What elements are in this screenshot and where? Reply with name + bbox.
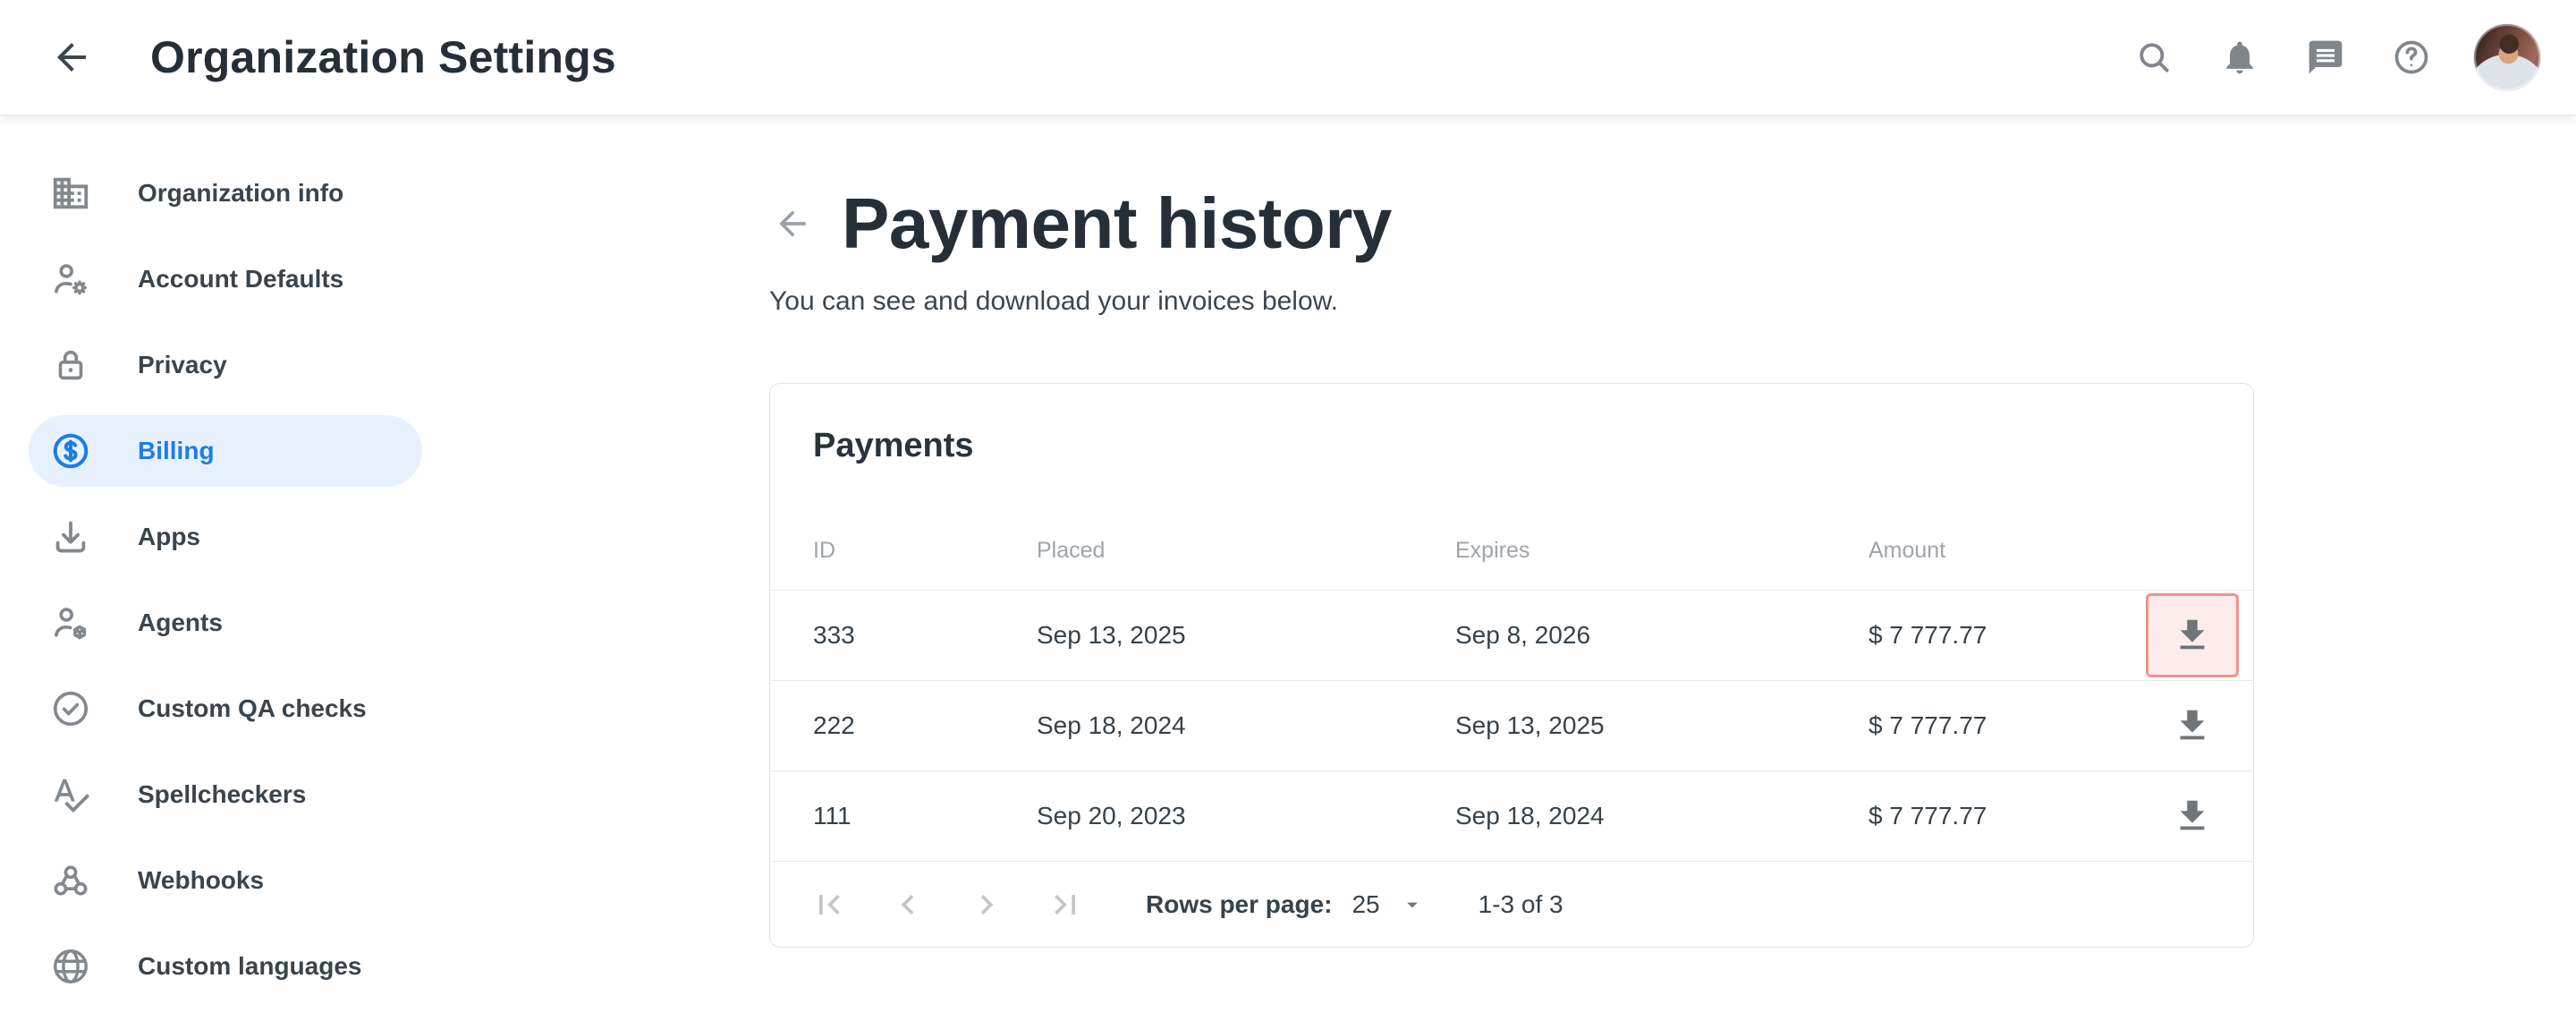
payment-history-back-button[interactable] — [771, 202, 814, 245]
section-subtitle: You can see and download your invoices b… — [769, 286, 2254, 317]
cell-expires: Sep 13, 2025 — [1455, 711, 1868, 740]
first-page-button[interactable] — [806, 881, 852, 928]
pagination-bar: Rows per page: 25 1-3 of 3 — [770, 861, 2253, 947]
sidebar-item-privacy[interactable]: Privacy — [0, 322, 429, 408]
cell-placed: Sep 13, 2025 — [1037, 621, 1455, 650]
table-row: 111 Sep 20, 2023 Sep 18, 2024 $ 7 777.77 — [770, 770, 2253, 861]
last-page-icon — [1046, 885, 1085, 924]
sidebar-item-billing[interactable]: Billing — [29, 415, 422, 487]
sidebar-item-spellcheckers[interactable]: Spellcheckers — [0, 752, 429, 838]
first-page-icon — [809, 885, 849, 924]
download-icon — [2172, 796, 2213, 837]
sidebar-item-label: Organization info — [138, 179, 343, 208]
spellcheck-icon — [50, 774, 91, 815]
sidebar-item-label: Account Defaults — [138, 265, 343, 294]
sidebar-item-apps[interactable]: Apps — [0, 494, 429, 580]
chat-button[interactable] — [2302, 34, 2349, 81]
download-icon — [2172, 615, 2213, 656]
rows-per-page-label: Rows per page: — [1146, 890, 1332, 919]
bell-icon — [2220, 38, 2259, 77]
lock-icon — [50, 345, 91, 386]
dollar-circle-icon — [50, 430, 91, 472]
table-row: 333 Sep 13, 2025 Sep 8, 2026 $ 7 777.77 — [770, 590, 2253, 680]
help-button[interactable] — [2388, 34, 2435, 81]
search-button[interactable] — [2131, 34, 2177, 81]
cell-amount: $ 7 777.77 — [1868, 802, 2140, 830]
sidebar-item-agents[interactable]: Agents — [0, 580, 429, 666]
person-cube-icon — [50, 602, 91, 643]
globe-icon — [50, 946, 91, 987]
sidebar-item-label: Custom languages — [138, 952, 361, 981]
search-icon — [2134, 38, 2174, 77]
download-invoice-button[interactable] — [2146, 774, 2239, 858]
sidebar-item-custom-qa-checks[interactable]: Custom QA checks — [0, 666, 429, 752]
download-invoice-button[interactable] — [2146, 593, 2239, 677]
sidebar-item-label: Apps — [138, 523, 200, 551]
settings-sidebar: Organization info Account Defaults Priva… — [0, 115, 429, 1009]
topbar-back-button[interactable] — [47, 32, 97, 82]
cell-id: 111 — [813, 802, 1037, 830]
cell-expires: Sep 8, 2026 — [1455, 621, 1868, 650]
chat-icon — [2306, 38, 2345, 77]
download-icon — [2172, 705, 2213, 746]
card-title: Payments — [770, 384, 2253, 512]
cell-id: 222 — [813, 711, 1037, 740]
previous-page-button[interactable] — [885, 881, 931, 928]
pagination-range: 1-3 of 3 — [1479, 890, 1563, 919]
cell-placed: Sep 20, 2023 — [1037, 802, 1455, 830]
column-header-id: ID — [813, 538, 1037, 564]
cell-expires: Sep 18, 2024 — [1455, 802, 1868, 830]
cell-id: 333 — [813, 621, 1037, 650]
next-page-button[interactable] — [963, 881, 1010, 928]
arrow-back-icon — [773, 204, 812, 243]
cell-amount: $ 7 777.77 — [1868, 711, 2140, 740]
notifications-button[interactable] — [2216, 34, 2263, 81]
sidebar-item-label: Agents — [138, 608, 223, 637]
last-page-button[interactable] — [1042, 881, 1089, 928]
rows-per-page-select[interactable]: 25 — [1352, 890, 1424, 919]
payments-card: Payments ID Placed Expires Amount 333 Se… — [769, 383, 2254, 948]
rows-per-page-value: 25 — [1352, 890, 1379, 919]
person-gear-icon — [50, 259, 91, 300]
sidebar-item-label: Billing — [138, 437, 215, 465]
sidebar-item-organization-info[interactable]: Organization info — [0, 150, 429, 236]
sidebar-item-webhooks[interactable]: Webhooks — [0, 838, 429, 923]
arrow-back-icon — [50, 36, 93, 79]
payments-table-header: ID Placed Expires Amount — [770, 512, 2253, 590]
help-icon — [2392, 38, 2431, 77]
table-row: 222 Sep 18, 2024 Sep 13, 2025 $ 7 777.77 — [770, 680, 2253, 770]
column-header-amount: Amount — [1868, 538, 2140, 564]
download-invoice-button[interactable] — [2146, 684, 2239, 768]
column-header-placed: Placed — [1037, 538, 1455, 564]
sidebar-item-label: Custom QA checks — [138, 694, 367, 723]
sidebar-item-label: Privacy — [138, 351, 227, 379]
download-tray-icon — [50, 516, 91, 557]
column-header-expires: Expires — [1455, 538, 1868, 564]
check-circle-icon — [50, 688, 91, 729]
user-avatar[interactable] — [2474, 24, 2540, 90]
sidebar-item-label: Webhooks — [138, 866, 264, 895]
main-content: Payment history You can see and download… — [769, 115, 2254, 948]
building-icon — [50, 173, 91, 214]
cell-placed: Sep 18, 2024 — [1037, 711, 1455, 740]
webhook-icon — [50, 860, 91, 901]
section-heading: Payment history — [842, 183, 1392, 265]
payments-rows: 333 Sep 13, 2025 Sep 8, 2026 $ 7 777.77 … — [770, 590, 2253, 861]
sidebar-item-label: Spellcheckers — [138, 780, 306, 809]
topbar-actions — [2131, 24, 2576, 90]
chevron-down-icon — [1400, 892, 1425, 917]
sidebar-item-account-defaults[interactable]: Account Defaults — [0, 236, 429, 322]
page-title: Organization Settings — [150, 31, 616, 83]
cell-amount: $ 7 777.77 — [1868, 621, 2140, 650]
sidebar-item-custom-languages[interactable]: Custom languages — [0, 923, 429, 1009]
chevron-right-icon — [967, 885, 1006, 924]
top-bar: Organization Settings — [0, 0, 2576, 115]
chevron-left-icon — [888, 885, 928, 924]
